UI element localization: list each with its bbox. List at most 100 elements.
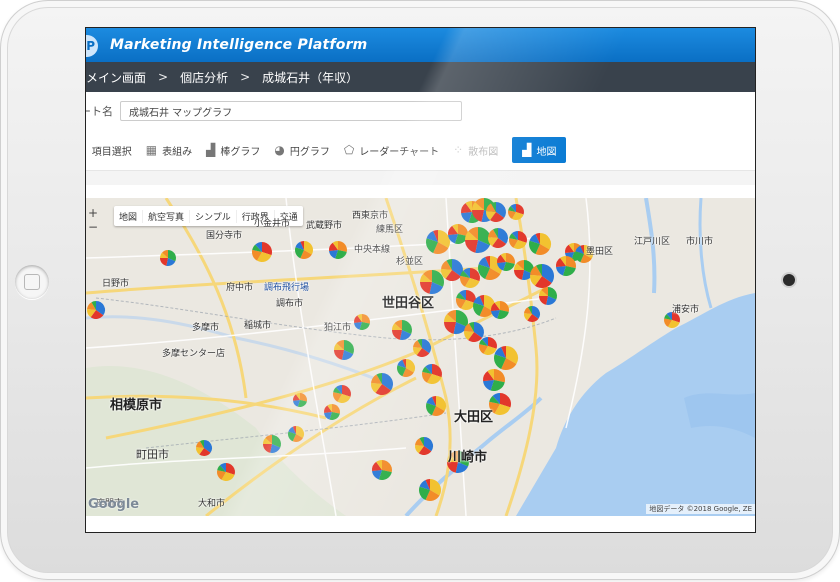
store-marker-pie[interactable] xyxy=(494,346,518,370)
store-marker-pie[interactable] xyxy=(334,340,355,360)
store-marker-pie[interactable] xyxy=(324,404,340,420)
store-marker-pie[interactable] xyxy=(464,322,484,342)
store-map[interactable]: + − 地図 航空写真 シンプル 行政界 交通 相模原市 町田市 世田谷区 大田… xyxy=(86,198,755,516)
place-inagi: 稲城市 xyxy=(244,321,272,331)
place-nerima: 練馬区 xyxy=(376,225,404,235)
store-marker-pie[interactable] xyxy=(497,253,515,271)
place-sumida: 墨田区 xyxy=(586,247,614,257)
place-tama: 多摩市 xyxy=(192,323,220,333)
breadcrumb-item-current: 成城石井（年収） xyxy=(262,70,359,85)
breadcrumb-item-main[interactable]: メイン画面 xyxy=(86,69,146,86)
scatter-icon: ⁘ xyxy=(453,143,464,157)
home-button[interactable] xyxy=(15,265,49,299)
store-marker-pie[interactable] xyxy=(508,204,524,220)
pie-chart-icon: ◕ xyxy=(274,143,285,157)
map-icon: ▟ xyxy=(522,143,532,157)
map-label: 地図 xyxy=(536,146,557,158)
store-marker-pie[interactable] xyxy=(354,314,370,330)
store-marker-pie[interactable] xyxy=(419,479,441,501)
store-marker-pie[interactable] xyxy=(333,385,351,403)
store-marker-pie[interactable] xyxy=(460,268,480,288)
place-kokubunji: 国分寺市 xyxy=(206,231,243,241)
store-marker-pie[interactable] xyxy=(441,259,464,281)
store-marker-pie[interactable] xyxy=(392,320,413,340)
place-hino: 日野市 xyxy=(102,279,130,289)
store-marker-pie[interactable] xyxy=(456,290,476,310)
zoom-in-button[interactable]: + xyxy=(88,206,98,220)
store-marker-pie[interactable] xyxy=(413,339,431,357)
store-marker-pie[interactable] xyxy=(529,233,551,255)
map-type-satellite[interactable]: 航空写真 xyxy=(143,209,191,223)
store-marker-pie[interactable] xyxy=(491,301,509,319)
zoom-out-button[interactable]: − xyxy=(88,220,98,234)
store-marker-pie[interactable] xyxy=(448,224,468,244)
place-nishitokyo: 西東京市 xyxy=(352,211,389,221)
divider xyxy=(86,170,755,185)
table-button[interactable]: ▦ 表組み xyxy=(146,137,192,163)
store-marker-pie[interactable] xyxy=(252,242,272,262)
store-marker-pie[interactable] xyxy=(556,256,576,276)
store-marker-pie[interactable] xyxy=(217,463,235,481)
view-toolbar: ☰ 項目選択 ▦ 表組み ▟ 棒グラフ ◕ 円グラフ ⬠ レーダーチャート ⁘ … xyxy=(86,130,755,170)
store-marker-pie[interactable] xyxy=(488,228,508,248)
app-screen: P Marketing Intelligence Platform メイン画面 … xyxy=(86,28,755,532)
store-marker-pie[interactable] xyxy=(486,202,507,222)
place-fuchu: 府中市 xyxy=(226,283,254,293)
report-name-row: ート名 xyxy=(86,92,755,130)
zoom-control: + − xyxy=(86,206,100,234)
radar-chart-label: レーダーチャート xyxy=(359,146,440,158)
store-marker-pie[interactable] xyxy=(295,241,313,259)
map-type-simple[interactable]: シンプル xyxy=(190,209,237,223)
store-marker-pie[interactable] xyxy=(479,337,497,355)
main-content: ート名 ☰ 項目選択 ▦ 表組み ▟ 棒グラフ ◕ 円グラフ ⬠ レーダーチャ xyxy=(86,92,755,532)
store-marker-pie[interactable] xyxy=(426,230,450,254)
breadcrumb-item-store-analysis[interactable]: 個店分析 xyxy=(180,69,228,86)
store-marker-pie[interactable] xyxy=(329,241,347,259)
item-select-button[interactable]: ☰ 項目選択 xyxy=(86,137,132,163)
store-marker-pie[interactable] xyxy=(422,364,442,384)
store-marker-pie[interactable] xyxy=(160,250,176,266)
store-marker-pie[interactable] xyxy=(371,373,394,395)
scatter-button[interactable]: ⁘ 散布図 xyxy=(453,137,498,163)
app-logo-icon: P xyxy=(86,35,98,57)
map-type-roadmap[interactable]: 地図 xyxy=(114,209,144,223)
store-marker-pie[interactable] xyxy=(293,393,307,407)
place-yamato: 大和市 xyxy=(198,499,226,509)
store-marker-pie[interactable] xyxy=(509,231,527,249)
store-marker-pie[interactable] xyxy=(397,359,416,377)
place-tama-center: 多摩センター店 xyxy=(162,349,226,359)
store-marker-pie[interactable] xyxy=(415,437,434,456)
store-marker-pie[interactable] xyxy=(196,440,212,456)
store-marker-pie[interactable] xyxy=(288,426,304,442)
place-setagaya: 世田谷区 xyxy=(382,296,435,311)
breadcrumb-separator: > xyxy=(158,70,169,84)
bar-chart-label: 棒グラフ xyxy=(220,146,261,158)
app-title: Marketing Intelligence Platform xyxy=(110,37,368,53)
store-marker-pie[interactable] xyxy=(420,270,444,294)
map-attribution: 地図データ ©2018 Google, ZE xyxy=(646,504,755,514)
camera-icon xyxy=(783,274,795,286)
store-marker-pie[interactable] xyxy=(524,306,540,322)
report-name-input[interactable] xyxy=(120,101,462,121)
store-marker-pie[interactable] xyxy=(465,227,491,253)
store-marker-pie[interactable] xyxy=(87,301,105,319)
store-marker-pie[interactable] xyxy=(530,264,554,288)
place-nakano: 中央本線 xyxy=(354,245,391,255)
pie-chart-button[interactable]: ◕ 円グラフ xyxy=(274,137,329,163)
store-marker-pie[interactable] xyxy=(372,460,392,480)
google-logo: Google xyxy=(88,497,140,512)
place-edogawa: 江戸川区 xyxy=(634,237,671,247)
store-marker-pie[interactable] xyxy=(263,435,281,453)
store-marker-pie[interactable] xyxy=(539,287,557,305)
list-icon: ☰ xyxy=(86,143,87,157)
store-marker-pie[interactable] xyxy=(426,396,446,416)
place-chofu-airport: 調布飛行場 xyxy=(264,283,310,293)
store-marker-pie[interactable] xyxy=(483,369,505,391)
store-marker-pie[interactable] xyxy=(472,295,495,317)
radar-chart-button[interactable]: ⬠ レーダーチャート xyxy=(344,137,439,163)
bar-chart-button[interactable]: ▟ 棒グラフ xyxy=(206,137,260,163)
place-ichikawa: 市川市 xyxy=(686,237,714,247)
map-button[interactable]: ▟ 地図 xyxy=(512,137,567,163)
item-select-label: 項目選択 xyxy=(91,146,132,158)
place-musashino: 武蔵野市 xyxy=(306,221,343,231)
